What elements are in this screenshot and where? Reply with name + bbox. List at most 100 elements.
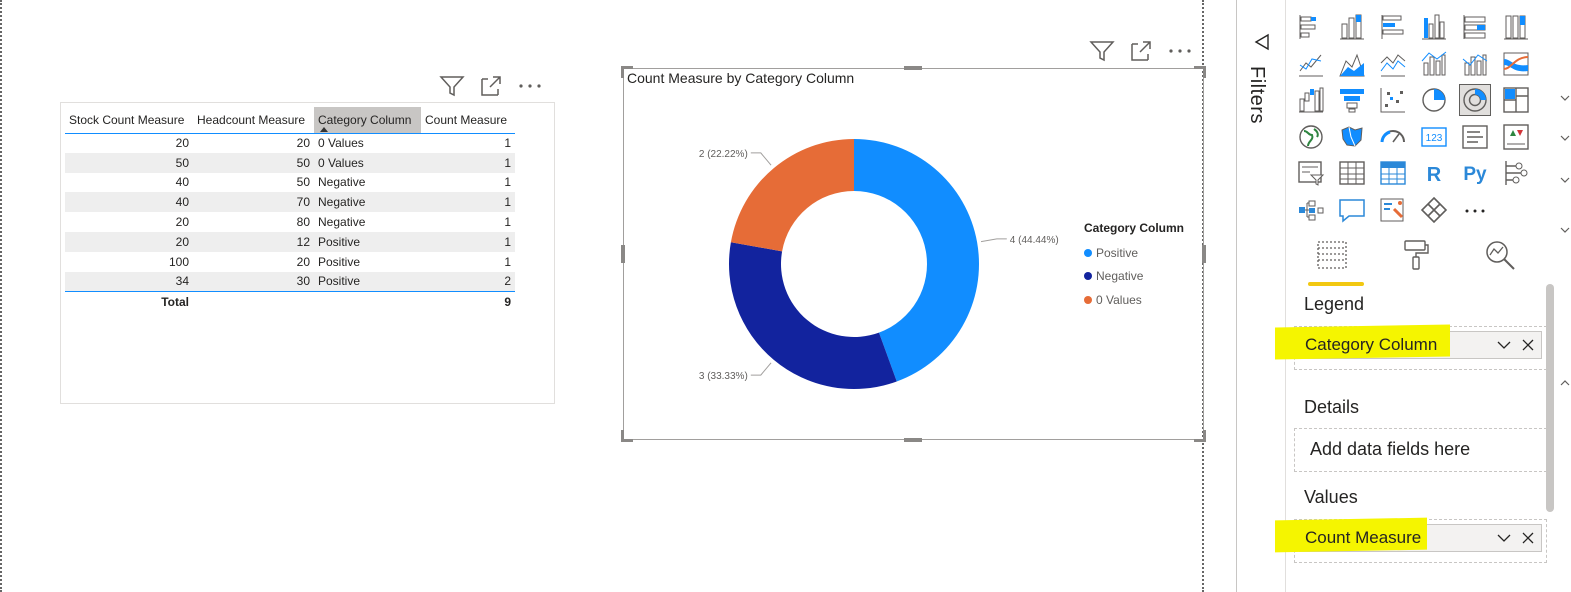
table-row[interactable]: 20 12 Positive 1: [65, 231, 515, 252]
legend-well[interactable]: Category Column: [1275, 324, 1547, 370]
line-chart-icon[interactable]: [1296, 49, 1326, 79]
stacked-area-chart-icon[interactable]: [1378, 49, 1408, 79]
clustered-bar-chart-icon[interactable]: [1378, 12, 1408, 42]
chevron-down-icon[interactable]: [1560, 225, 1570, 235]
key-influencers-icon[interactable]: [1501, 158, 1531, 188]
smart-narrative-icon[interactable]: [1378, 195, 1408, 225]
stacked-column-chart-icon[interactable]: [1337, 12, 1367, 42]
focus-mode-icon[interactable]: [479, 74, 503, 98]
r-visual-icon[interactable]: R: [1419, 158, 1449, 188]
table-row[interactable]: 34 30 Positive 2: [65, 271, 515, 292]
ribbon-chart-icon[interactable]: [1501, 49, 1531, 79]
column-header[interactable]: Headcount Measure: [193, 107, 314, 134]
slicer-icon[interactable]: [1296, 158, 1326, 188]
close-icon[interactable]: [1521, 338, 1535, 352]
scrollbar[interactable]: [1546, 284, 1554, 512]
line-and-stacked-column-chart-icon[interactable]: [1460, 49, 1490, 79]
kpi-icon[interactable]: [1501, 122, 1531, 152]
values-well[interactable]: Count Measure: [1275, 517, 1547, 563]
resize-handle[interactable]: [1203, 430, 1206, 442]
chevron-down-icon[interactable]: [1497, 338, 1511, 352]
data-label: 4 (44.44%): [1010, 235, 1059, 246]
table-row[interactable]: 20 80 Negative 1: [65, 212, 515, 232]
legend-field-pill[interactable]: Category Column: [1275, 324, 1542, 360]
waterfall-chart-icon[interactable]: [1296, 85, 1326, 115]
resize-handle[interactable]: [1203, 66, 1206, 78]
more-visuals-icon[interactable]: [1460, 195, 1490, 225]
analytics-magnifier-icon: [1486, 241, 1515, 270]
column-header[interactable]: Stock Count Measure: [65, 107, 193, 134]
legend-item[interactable]: Negative: [1084, 265, 1184, 289]
card-icon[interactable]: 123: [1419, 122, 1449, 152]
legend-item[interactable]: Positive: [1084, 241, 1184, 265]
resize-handle[interactable]: [904, 438, 922, 442]
funnel-chart-icon[interactable]: [1337, 85, 1367, 115]
table-cell: 20: [175, 215, 189, 230]
close-icon[interactable]: [1521, 531, 1535, 545]
legend-field-label: Category Column: [1305, 335, 1438, 354]
table-cell: 40: [175, 175, 189, 190]
focus-mode-icon[interactable]: [1129, 39, 1153, 63]
table-cell: Negative: [314, 192, 421, 213]
table-header-row: Stock Count Measure Headcount Measure Ca…: [65, 107, 515, 134]
table-row[interactable]: 40 50 Negative 1: [65, 173, 515, 193]
line-and-column-chart-icon[interactable]: [1419, 49, 1449, 79]
stacked-bar-chart-icon[interactable]: [1296, 12, 1326, 42]
chevron-down-icon[interactable]: [1497, 531, 1511, 545]
gauge-icon[interactable]: [1378, 122, 1408, 152]
table-cell: 2: [421, 271, 515, 292]
donut-slice[interactable]: [730, 139, 854, 252]
filters-label[interactable]: Filters: [1245, 66, 1268, 124]
column-header-sorted[interactable]: Category Column: [314, 107, 421, 134]
more-options-icon[interactable]: [517, 74, 543, 98]
details-well[interactable]: Add data fields here: [1294, 428, 1547, 472]
pie-chart-icon[interactable]: [1419, 85, 1449, 115]
filter-icon[interactable]: [1089, 39, 1115, 63]
data-label-leader-line: [750, 152, 772, 166]
map-icon[interactable]: [1296, 122, 1326, 152]
table-row[interactable]: 50 50 0 Values 1: [65, 152, 515, 173]
chevron-down-icon[interactable]: [1560, 133, 1570, 143]
donut-chart-icon[interactable]: [1459, 84, 1491, 116]
multi-row-card-icon[interactable]: [1460, 122, 1490, 152]
legend-marker: [1084, 272, 1092, 281]
svg-text:123: 123: [1426, 133, 1443, 144]
table-icon[interactable]: [1337, 158, 1367, 188]
decomposition-tree-icon[interactable]: [1296, 195, 1326, 225]
qa-icon[interactable]: [1337, 195, 1367, 225]
resize-handle[interactable]: [621, 430, 624, 442]
donut-chart-visual[interactable]: Count Measure by Category Column 4 (44.4…: [621, 66, 1206, 442]
treemap-icon[interactable]: [1501, 85, 1531, 115]
table-cell: Positive: [314, 271, 421, 292]
table-row[interactable]: 20 20 0 Values 1: [65, 133, 515, 153]
collapse-filters-icon[interactable]: [1252, 32, 1272, 52]
table-cell: 50: [193, 152, 314, 173]
table-row[interactable]: 100 20 Positive 1: [65, 252, 515, 272]
chevron-down-icon[interactable]: [1560, 175, 1570, 185]
power-apps-icon[interactable]: [1419, 195, 1449, 225]
filter-icon[interactable]: [439, 74, 465, 98]
table-visual[interactable]: Stock Count Measure Headcount Measure Ca…: [60, 102, 555, 404]
filled-map-icon[interactable]: [1337, 122, 1367, 152]
100-stacked-bar-chart-icon[interactable]: [1460, 12, 1490, 42]
100-stacked-column-chart-icon[interactable]: [1501, 12, 1531, 42]
column-header[interactable]: Count Measure: [421, 107, 515, 134]
area-chart-icon[interactable]: [1337, 49, 1367, 79]
scatter-chart-icon[interactable]: [1378, 85, 1408, 115]
matrix-icon[interactable]: [1378, 158, 1408, 188]
chevron-up-icon[interactable]: [1560, 378, 1570, 388]
values-field-pill[interactable]: Count Measure: [1275, 517, 1542, 553]
analytics-tab[interactable]: [1472, 238, 1528, 286]
clustered-column-chart-icon[interactable]: [1419, 12, 1449, 42]
python-visual-icon[interactable]: Py: [1460, 158, 1490, 188]
more-options-icon[interactable]: [1167, 39, 1193, 63]
resize-handle[interactable]: [1202, 245, 1206, 263]
chevron-down-icon[interactable]: [1560, 93, 1570, 103]
table-row[interactable]: 40 70 Negative 1: [65, 192, 515, 213]
data-table: Stock Count Measure Headcount Measure Ca…: [65, 107, 515, 311]
format-tab[interactable]: [1388, 238, 1444, 286]
svg-text:Py: Py: [1463, 164, 1487, 185]
fields-tab[interactable]: [1304, 238, 1364, 286]
legend-item[interactable]: 0 Values: [1084, 288, 1184, 312]
donut-slice[interactable]: [729, 242, 897, 390]
